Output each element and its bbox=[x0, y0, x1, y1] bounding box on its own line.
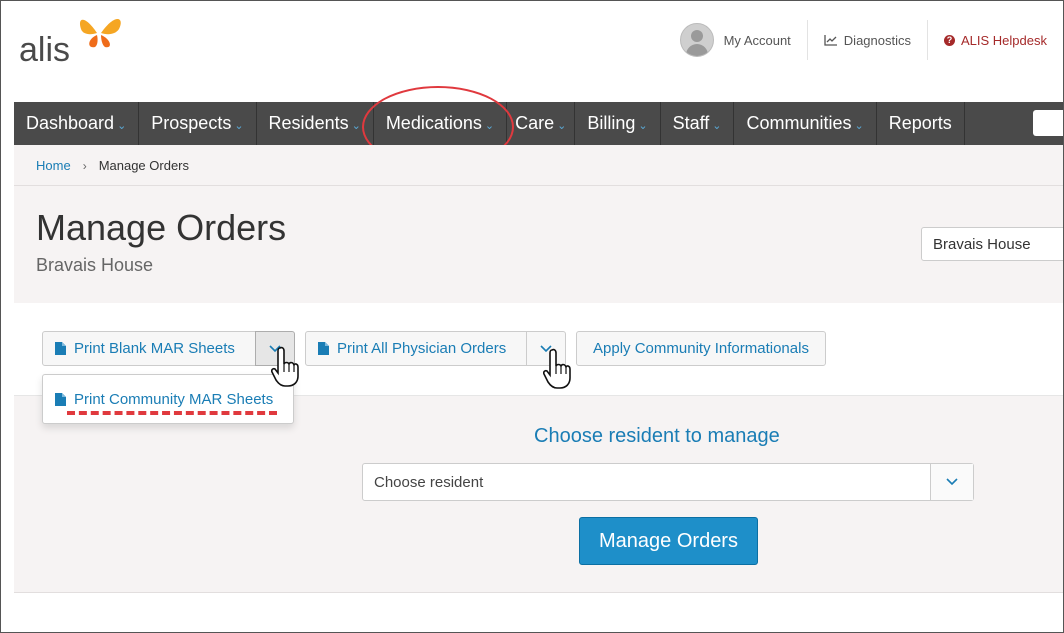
manage-orders-button[interactable]: Manage Orders bbox=[579, 517, 758, 565]
breadcrumb-separator-icon: › bbox=[82, 158, 87, 173]
top-links: My Account Diagnostics ? ALIS Helpdesk bbox=[664, 1, 1063, 79]
nav-item-communities[interactable]: Communities ⌄ bbox=[734, 102, 877, 145]
chevron-down-icon: ⌄ bbox=[117, 120, 127, 132]
chevron-down-icon: ⌄ bbox=[638, 120, 648, 132]
helpdesk-link[interactable]: ? ALIS Helpdesk bbox=[927, 20, 1063, 60]
page-subtitle: Bravais House bbox=[36, 255, 154, 275]
print-blank-mar-label: Print Blank MAR Sheets bbox=[74, 340, 235, 357]
resident-select-placeholder: Choose resident bbox=[374, 474, 484, 491]
document-icon bbox=[55, 393, 66, 406]
nav-item-staff[interactable]: Staff ⌄ bbox=[661, 102, 735, 145]
resident-select[interactable]: Choose resident bbox=[362, 463, 974, 501]
nav-item-residents[interactable]: Residents ⌄ bbox=[257, 102, 374, 145]
page-title: Manage Orders bbox=[36, 207, 287, 248]
nav-search-input[interactable] bbox=[1033, 110, 1063, 136]
chevron-down-icon: ⌄ bbox=[712, 120, 722, 132]
nav-item-prospects[interactable]: Prospects ⌄ bbox=[139, 102, 257, 145]
nav-item-billing[interactable]: Billing ⌄ bbox=[575, 102, 661, 145]
chevron-down-icon bbox=[946, 478, 958, 486]
print-blank-mar-button[interactable]: Print Blank MAR Sheets bbox=[42, 331, 256, 366]
choose-resident-heading: Choose resident to manage bbox=[534, 425, 780, 447]
chart-line-icon bbox=[824, 34, 838, 46]
nav-item-label: Dashboard bbox=[26, 113, 115, 133]
apply-community-informationals-button[interactable]: Apply Community Informationals bbox=[576, 331, 826, 366]
question-circle-icon: ? bbox=[944, 34, 955, 46]
document-icon bbox=[318, 342, 329, 355]
pointer-hand-icon bbox=[271, 346, 299, 387]
document-icon bbox=[55, 342, 66, 355]
my-account-link[interactable]: My Account bbox=[664, 20, 807, 60]
nav-item-label: Care bbox=[515, 113, 555, 133]
nav-item-label: Communities bbox=[746, 113, 852, 133]
logo-text: alis bbox=[19, 31, 71, 69]
apply-community-informationals-label: Apply Community Informationals bbox=[593, 340, 809, 357]
diagnostics-label: Diagnostics bbox=[843, 32, 911, 48]
breadcrumb: Home › Manage Orders bbox=[36, 158, 189, 173]
helpdesk-label: ALIS Helpdesk bbox=[961, 32, 1047, 48]
main-nav: Dashboard ⌄ Prospects ⌄ Residents ⌄ Medicat… bbox=[14, 102, 1063, 145]
chevron-down-icon: ⌄ bbox=[234, 120, 244, 132]
top-header: alis My Account Diagnostics ? ALIS Helpd… bbox=[1, 1, 1063, 79]
chevron-down-icon: ⌄ bbox=[557, 120, 567, 132]
nav-item-care[interactable]: Care ⌄ bbox=[507, 102, 576, 145]
page-header: Home › Manage Orders Manage Orders Brava… bbox=[14, 145, 1063, 304]
nav-item-label: Reports bbox=[888, 113, 952, 133]
print-mar-dropdown-menu: Print Community MAR Sheets bbox=[42, 374, 294, 424]
print-all-physician-orders-button[interactable]: Print All Physician Orders bbox=[305, 331, 527, 366]
my-account-label: My Account bbox=[723, 32, 791, 48]
print-community-mar-sheets-label: Print Community MAR Sheets bbox=[74, 391, 274, 408]
pointer-hand-icon bbox=[543, 348, 571, 389]
nav-item-label: Residents bbox=[268, 113, 349, 133]
print-community-mar-sheets-item[interactable]: Print Community MAR Sheets bbox=[55, 391, 273, 408]
nav-item-dashboard[interactable]: Dashboard ⌄ bbox=[14, 102, 140, 145]
community-select[interactable]: Bravais House bbox=[921, 227, 1063, 261]
app-frame: alis My Account Diagnostics ? ALIS Helpd… bbox=[0, 0, 1064, 633]
breadcrumb-home-link[interactable]: Home bbox=[36, 158, 71, 173]
diagnostics-link[interactable]: Diagnostics bbox=[806, 20, 927, 60]
divider bbox=[14, 185, 1063, 186]
butterfly-logo-icon bbox=[79, 19, 121, 48]
annotation-dashed-underline bbox=[67, 411, 277, 415]
chevron-down-icon: ⌄ bbox=[351, 120, 361, 132]
print-all-physician-orders-label: Print All Physician Orders bbox=[337, 340, 507, 357]
nav-item-label: Billing bbox=[587, 113, 636, 133]
avatar-icon bbox=[679, 23, 714, 57]
nav-item-label: Staff bbox=[672, 113, 710, 133]
breadcrumb-current: Manage Orders bbox=[98, 158, 190, 173]
nav-item-label: Prospects bbox=[151, 113, 232, 133]
alis-logo[interactable]: alis bbox=[17, 11, 137, 71]
chevron-down-icon: ⌄ bbox=[854, 120, 864, 132]
resident-select-toggle[interactable] bbox=[930, 464, 973, 500]
nav-item-reports[interactable]: Reports bbox=[877, 102, 965, 145]
